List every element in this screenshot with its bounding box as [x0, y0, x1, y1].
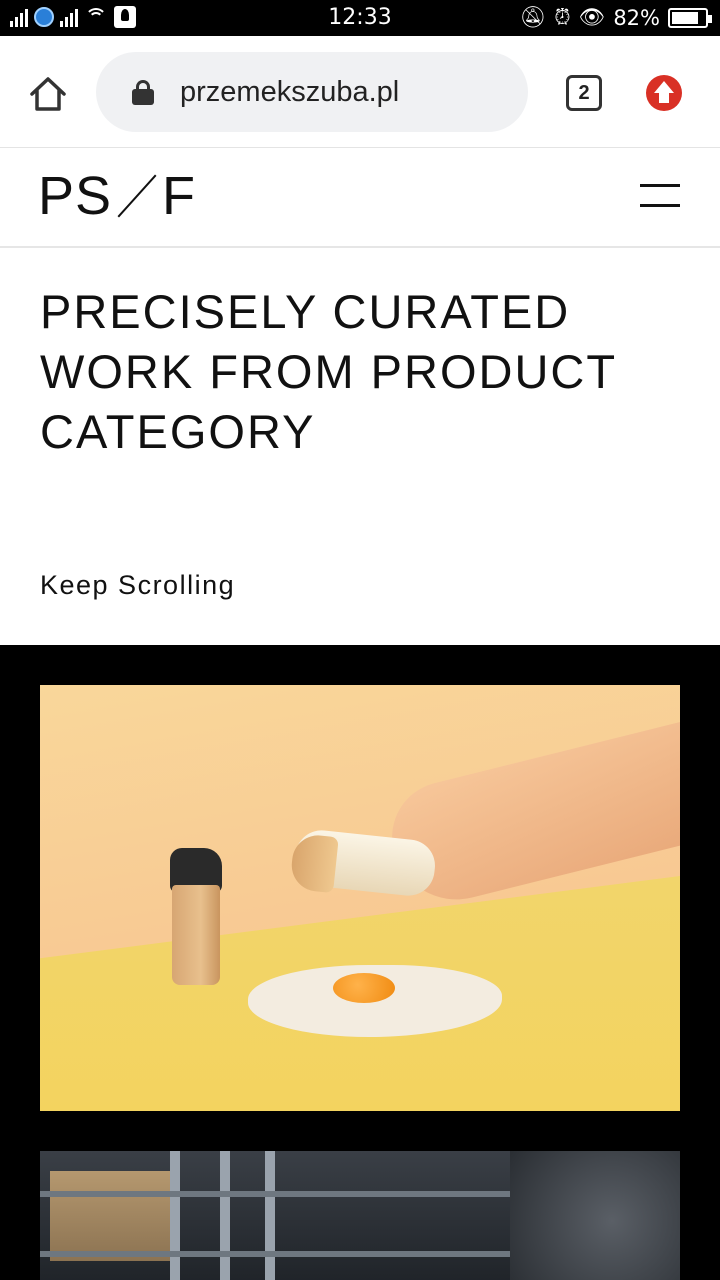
mute-icon: 🔕︎: [519, 5, 547, 29]
tab-switcher-button[interactable]: 2: [566, 75, 602, 111]
logo-text-right: F: [162, 166, 197, 226]
hamburger-icon[interactable]: [640, 182, 680, 210]
battery-percent: 82%: [613, 5, 660, 30]
home-icon[interactable]: [28, 74, 68, 114]
tab-count: 2: [578, 81, 590, 104]
alarm-icon: ⏰︎: [554, 5, 571, 29]
logo-text-left: PS: [38, 166, 113, 226]
project-image-warehouse[interactable]: [40, 1151, 680, 1280]
browser-toolbar: przemekszuba.pl 2: [0, 36, 720, 148]
page-title: PRECISELY CURATED WORK FROM PRODUCT CATE…: [40, 285, 617, 458]
scroll-cue: Keep Scrolling: [40, 570, 236, 600]
status-bar: 12:33 🔕︎ ⏰︎ 👁︎ 82%: [0, 0, 720, 36]
eye-icon: 👁︎: [578, 5, 606, 29]
lock-icon: [132, 80, 154, 105]
logo-slash: [116, 170, 158, 222]
status-right-icons: 🔕︎ ⏰︎ 👁︎ 82%: [519, 5, 712, 30]
battery-icon: [668, 7, 712, 28]
project-image-salt-pepper[interactable]: [40, 685, 680, 1111]
site-logo[interactable]: PS F: [38, 166, 196, 226]
site-header: PS F: [0, 148, 720, 248]
battery-fill: [672, 11, 699, 24]
project-gallery: [0, 645, 720, 1280]
url-bar[interactable]: przemekszuba.pl: [96, 52, 528, 132]
update-icon[interactable]: [646, 75, 682, 111]
url-text[interactable]: przemekszuba.pl: [180, 76, 399, 109]
